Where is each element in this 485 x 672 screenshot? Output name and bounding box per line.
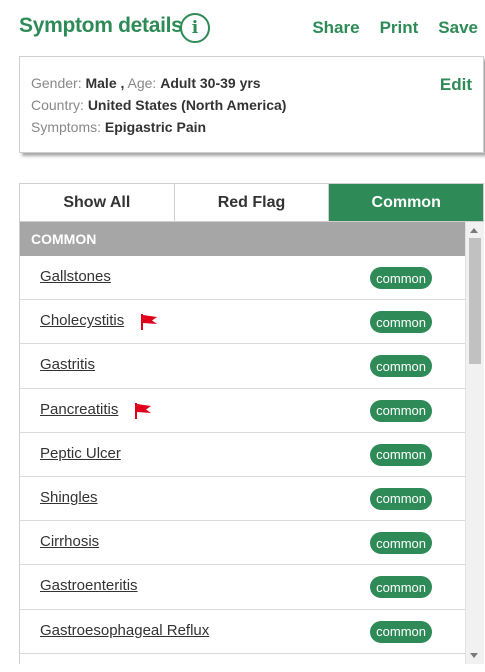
condition-link[interactable]: Pancreatitis — [40, 401, 118, 418]
red-flag-icon — [135, 402, 151, 419]
status-badge: common — [370, 487, 432, 510]
age-value: Adult 30-39 yrs — [160, 75, 261, 91]
status-badge: common — [370, 443, 432, 466]
section-header: COMMON — [20, 222, 466, 256]
status-badge: common — [370, 399, 432, 422]
list-item[interactable]: Gastroenteritis common — [20, 565, 466, 610]
header-actions: Share Print Save — [292, 18, 478, 38]
condition-link[interactable]: Gastritis — [40, 356, 95, 373]
country-label: Country: — [31, 97, 84, 113]
tab-show-all[interactable]: Show All — [20, 184, 174, 221]
page-title: Symptom details — [19, 14, 183, 37]
scroll-up-arrow-icon[interactable] — [470, 228, 478, 233]
print-button[interactable]: Print — [380, 18, 419, 38]
status-badge: common — [370, 311, 432, 334]
save-button[interactable]: Save — [438, 18, 478, 38]
gender-label: Gender: — [31, 75, 82, 91]
symptoms-label: Symptoms: — [31, 119, 102, 135]
country-line: Country: United States (North America) — [31, 97, 286, 113]
condition-link[interactable]: Shingles — [40, 489, 98, 506]
condition-link[interactable]: Gastroesophageal Reflux — [40, 622, 209, 639]
scroll-down-arrow-icon[interactable] — [470, 653, 478, 658]
status-badge: common — [370, 532, 432, 555]
list-item[interactable]: Pancreatitis common — [20, 388, 466, 433]
info-icon[interactable]: i — [180, 13, 210, 43]
list-item[interactable]: Gastroesophageal Reflux common — [20, 609, 466, 654]
condition-link[interactable]: Cirrhosis — [40, 533, 99, 550]
symptoms-value: Epigastric Pain — [104, 119, 207, 135]
list-item[interactable]: Peptic Ulcer common — [20, 432, 466, 477]
tab-red-flag[interactable]: Red Flag — [173, 184, 329, 221]
condition-link[interactable]: Cholecystitis — [40, 312, 124, 329]
status-badge: common — [370, 267, 432, 289]
condition-rows: Gallstones common Cholecystitis common Gastr… — [20, 256, 466, 654]
red-flag-icon — [141, 314, 157, 331]
gender-value: Male , — [85, 75, 125, 91]
page-header: Symptom details i Share Print Save — [0, 0, 485, 56]
share-button[interactable]: Share — [312, 18, 359, 38]
gender-age-line: Gender: Male , Age: Adult 30-39 yrs — [31, 75, 261, 91]
scroll-thumb[interactable] — [469, 238, 481, 364]
tab-common[interactable]: Common — [328, 184, 484, 221]
condition-link[interactable]: Gastroenteritis — [40, 577, 138, 594]
list-item[interactable]: Cholecystitis common — [20, 300, 466, 345]
status-badge: common — [370, 576, 432, 599]
filter-tabs: Show All Red Flag Common — [19, 183, 484, 222]
list-item[interactable]: Shingles common — [20, 476, 466, 522]
list-item[interactable]: Gallstones common — [20, 256, 466, 301]
list-item[interactable]: Gastritis common — [20, 344, 466, 389]
country-value: United States (North America) — [87, 97, 287, 113]
status-badge: common — [370, 355, 432, 378]
condition-link[interactable]: Gallstones — [40, 268, 111, 285]
status-badge: common — [370, 620, 432, 643]
scrollbar[interactable] — [465, 222, 484, 664]
conditions-list: COMMON Gallstones common Cholecystitis comm… — [19, 222, 484, 664]
symptoms-line: Symptoms: Epigastric Pain — [31, 119, 206, 135]
patient-summary-card: Gender: Male , Age: Adult 30-39 yrs Coun… — [19, 56, 484, 153]
edit-button[interactable]: Edit — [440, 75, 472, 95]
age-label: Age: — [127, 75, 157, 91]
condition-link[interactable]: Peptic Ulcer — [40, 445, 121, 462]
list-item[interactable]: Cirrhosis common — [20, 521, 466, 566]
